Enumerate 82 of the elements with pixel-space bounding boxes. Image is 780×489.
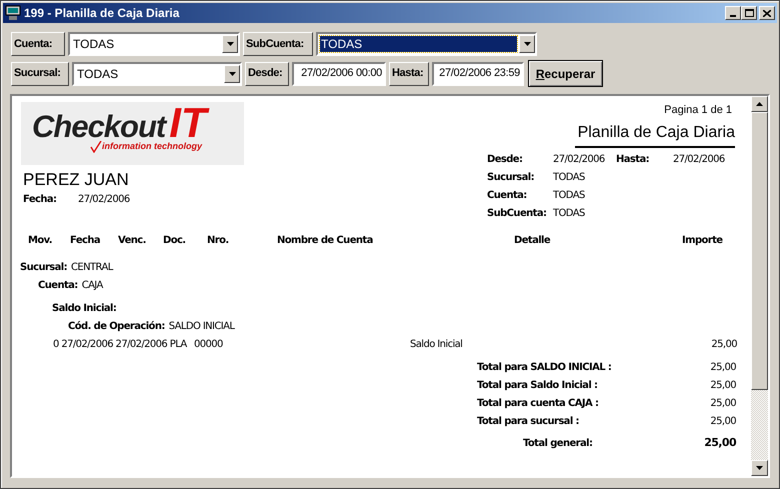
scroll-thumb[interactable] bbox=[751, 112, 768, 390]
dropdown-value: TODAS bbox=[320, 36, 517, 52]
recuperar-button[interactable]: Recuperar bbox=[528, 60, 603, 87]
param-label: Cuenta: bbox=[487, 188, 528, 202]
param-value: TODAS bbox=[553, 170, 586, 184]
total-label: Total para sucursal : bbox=[477, 415, 579, 429]
checkmark-icon bbox=[90, 140, 102, 153]
caret-icon bbox=[228, 72, 236, 76]
total-label: Total para SALDO INICIAL : bbox=[477, 361, 612, 375]
total-value: 25,00 bbox=[710, 379, 736, 393]
amount-cell-text: 25,00 bbox=[711, 338, 737, 352]
up-arrow-icon bbox=[756, 102, 763, 106]
group-label: Sucursal: bbox=[20, 260, 68, 274]
column-header: Detalle bbox=[514, 234, 550, 248]
group-value: SALDO INICIAL bbox=[168, 320, 234, 334]
param-value: 27/02/2006 bbox=[673, 152, 725, 166]
total-value: 25,00 bbox=[710, 415, 736, 429]
column-header: Nro. bbox=[207, 234, 229, 248]
column-header: Fecha bbox=[70, 234, 100, 248]
column-header: Venc. bbox=[118, 234, 146, 248]
page-number: Pagina 1 de 1 bbox=[664, 103, 732, 118]
report-title: Planilla de Caja Diaria bbox=[574, 120, 735, 148]
total-label: Total para Saldo Inicial : bbox=[477, 379, 598, 393]
dropdown-field[interactable]: TODAS bbox=[68, 32, 240, 56]
dropdown-button[interactable] bbox=[519, 35, 535, 53]
field-label: Hasta: bbox=[389, 62, 429, 86]
caret-icon bbox=[524, 42, 530, 46]
dropdown-field[interactable]: TODAS bbox=[72, 62, 242, 86]
column-header: Doc. bbox=[163, 234, 186, 248]
caret-icon bbox=[226, 42, 234, 46]
detail-cell-text: Saldo Inicial bbox=[410, 338, 462, 352]
logo-tagline: information technology bbox=[102, 140, 202, 153]
date-value: 27/02/2006 bbox=[78, 193, 130, 207]
column-header: Mov. bbox=[28, 234, 52, 248]
dropdown-button[interactable] bbox=[224, 64, 240, 82]
down-arrow-icon bbox=[756, 466, 763, 470]
group-value: CAJA bbox=[82, 278, 103, 292]
dropdown-value: TODAS bbox=[76, 66, 120, 82]
param-label: Hasta: bbox=[616, 152, 650, 166]
group-value: CENTRAL bbox=[71, 260, 113, 274]
number-cell-text: 00000 bbox=[194, 338, 224, 352]
total-label: Total general: bbox=[523, 437, 592, 451]
minimize-icon bbox=[730, 15, 736, 17]
dropdown-field[interactable]: TODAS bbox=[316, 32, 537, 56]
client-name: PEREZ JUAN bbox=[23, 170, 130, 190]
maximize-icon bbox=[744, 9, 754, 17]
dropdown-button[interactable] bbox=[222, 35, 238, 53]
close-button[interactable] bbox=[759, 6, 775, 20]
total-value: 25,00 bbox=[704, 435, 736, 452]
column-header: Importe bbox=[682, 234, 722, 248]
param-value: 27/02/2006 bbox=[553, 152, 606, 166]
date-field[interactable]: 27/02/2006 00:00 bbox=[292, 62, 386, 86]
dropdown-value: TODAS bbox=[72, 36, 116, 52]
logo-name: Checkout bbox=[32, 111, 166, 142]
logo-accent: IT bbox=[169, 104, 207, 142]
close-icon bbox=[763, 10, 771, 16]
param-label: Sucursal: bbox=[487, 170, 536, 184]
group-label: Cód. de Operación: bbox=[68, 320, 165, 334]
param-value: TODAS bbox=[553, 206, 586, 220]
field-label: Sucursal: bbox=[11, 62, 69, 86]
total-value: 25,00 bbox=[710, 397, 736, 411]
total-label: Total para cuenta CAJA : bbox=[477, 397, 598, 411]
window-title: 199 - Planilla de Caja Diaria bbox=[24, 5, 180, 22]
field-label: Cuenta: bbox=[11, 32, 65, 56]
field-label: Desde: bbox=[245, 62, 289, 86]
minimize-button[interactable] bbox=[725, 6, 741, 20]
group-label: Saldo Inicial: bbox=[52, 302, 116, 316]
date-field[interactable]: 27/02/2006 23:59 bbox=[432, 62, 524, 86]
column-header: Nombre de Cuenta bbox=[277, 234, 373, 248]
param-label: SubCuenta: bbox=[487, 206, 548, 220]
field-label: SubCuenta: bbox=[243, 32, 313, 56]
scroll-down-button[interactable] bbox=[751, 460, 768, 476]
total-value: 25,00 bbox=[710, 361, 736, 375]
vertical-scrollbar[interactable] bbox=[751, 96, 768, 476]
app-icon bbox=[5, 5, 21, 21]
group-label: Cuenta: bbox=[38, 278, 78, 292]
scroll-up-button[interactable] bbox=[751, 96, 768, 112]
param-label: Desde: bbox=[487, 152, 524, 166]
param-value: TODAS bbox=[553, 188, 586, 202]
date-label: Fecha: bbox=[23, 193, 58, 207]
movement-cell-text: 0 27/02/2006 27/02/2006 PLA bbox=[53, 338, 188, 352]
maximize-button[interactable] bbox=[741, 6, 757, 20]
